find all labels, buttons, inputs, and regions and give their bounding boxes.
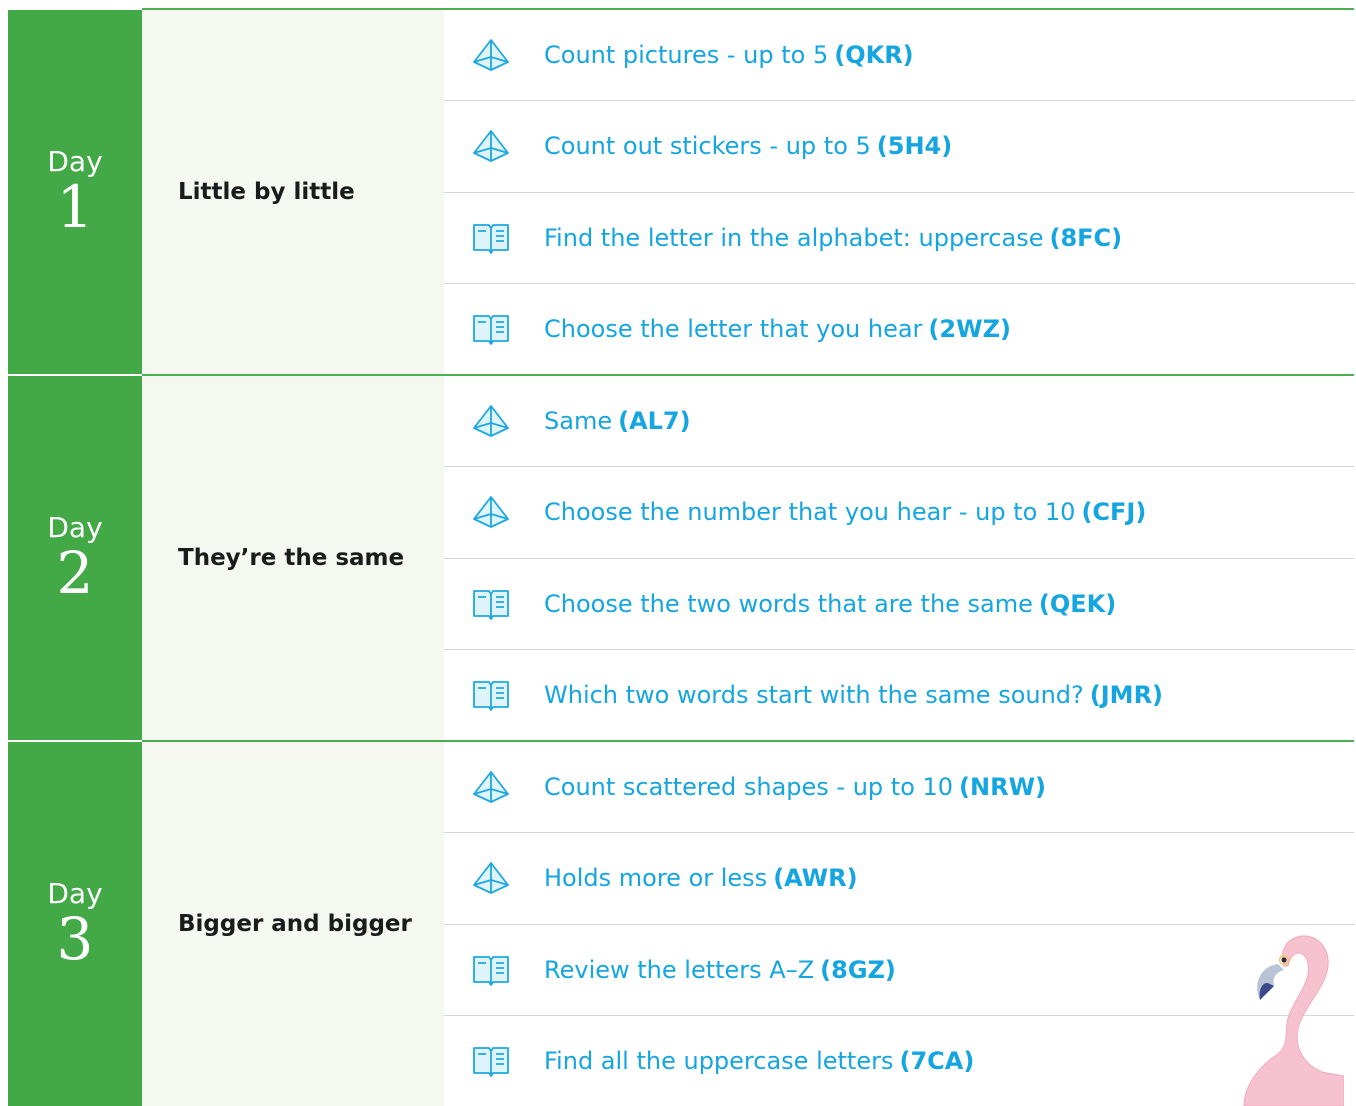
skill-code[interactable]: (8GZ) [820, 956, 896, 984]
flamingo-illustration [1243, 935, 1344, 1106]
skill-row[interactable]: Find the letter in the alphabet: upperca… [444, 193, 1354, 284]
book-icon [468, 1043, 514, 1079]
day-label: Day [47, 877, 103, 910]
skill-code[interactable]: (7CA) [899, 1047, 974, 1075]
skill-title[interactable]: Count scattered shapes - up to 10 [544, 773, 953, 801]
skill-title[interactable]: Count out stickers - up to 5 [544, 132, 871, 160]
skill-link[interactable]: Same (AL7) [544, 407, 691, 435]
book-icon [468, 952, 514, 988]
skill-row[interactable]: Holds more or less (AWR) [444, 833, 1354, 925]
skill-code[interactable]: (QEK) [1039, 590, 1116, 618]
day-block-2: Day 2 They’re the same Same (AL7) Choose … [8, 374, 1354, 740]
day-number: 1 [56, 173, 94, 241]
theme-cell: Bigger and bigger [142, 742, 444, 1106]
skill-row[interactable]: Count scattered shapes - up to 10 (NRW) [444, 742, 1354, 834]
skills-list: Count pictures - up to 5 (QKR) Count out … [444, 10, 1354, 374]
skill-row[interactable]: Count out stickers - up to 5 (5H4) [444, 101, 1354, 193]
theme-cell: They’re the same [142, 376, 444, 740]
day-number: 3 [56, 905, 94, 973]
skill-link[interactable]: Choose the number that you hear - up to … [544, 498, 1146, 526]
skill-title[interactable]: Which two words start with the same soun… [544, 681, 1084, 709]
book-icon [468, 677, 514, 713]
skill-link[interactable]: Which two words start with the same soun… [544, 681, 1163, 709]
theme-title: Little by little [178, 179, 355, 205]
skill-code[interactable]: (QKR) [834, 41, 913, 69]
pyramid-icon [468, 128, 514, 164]
skill-title[interactable]: Choose the number that you hear - up to … [544, 498, 1075, 526]
book-icon [468, 586, 514, 622]
skill-code[interactable]: (NRW) [959, 773, 1046, 801]
day-label: Day [47, 145, 103, 178]
pyramid-icon [468, 494, 514, 530]
skill-row[interactable]: Count pictures - up to 5 (QKR) [444, 10, 1354, 102]
skill-link[interactable]: Find the letter in the alphabet: upperca… [544, 224, 1122, 252]
skills-list: Same (AL7) Choose the number that you hea… [444, 376, 1354, 740]
skill-title[interactable]: Choose the two words that are the same [544, 590, 1033, 618]
skill-row[interactable]: Choose the number that you hear - up to … [444, 467, 1354, 559]
book-icon [468, 220, 514, 256]
skill-title[interactable]: Same [544, 407, 612, 435]
skill-code[interactable]: (CFJ) [1081, 498, 1146, 526]
theme-title: Bigger and bigger [178, 911, 412, 937]
day-badge: Day 2 [8, 374, 142, 740]
skill-row[interactable]: Same (AL7) [444, 376, 1354, 468]
theme-title: They’re the same [178, 545, 405, 571]
skill-link[interactable]: Holds more or less (AWR) [544, 864, 858, 892]
skill-code[interactable]: (AL7) [618, 407, 691, 435]
skill-code[interactable]: (JMR) [1090, 681, 1163, 709]
skill-title[interactable]: Review the letters A–Z [544, 956, 814, 984]
pyramid-icon [468, 860, 514, 896]
theme-cell: Little by little [142, 10, 444, 374]
skill-link[interactable]: Review the letters A–Z (8GZ) [544, 956, 896, 984]
lesson-plan: Day 1 Little by little Count pictures - … [8, 0, 1354, 1106]
skill-title[interactable]: Choose the letter that you hear [544, 315, 922, 343]
day-number: 2 [56, 539, 94, 607]
skill-row[interactable]: Choose the letter that you hear (2WZ) [444, 284, 1354, 374]
skill-title[interactable]: Find all the uppercase letters [544, 1047, 893, 1075]
skill-code[interactable]: (8FC) [1049, 224, 1122, 252]
skill-link[interactable]: Count scattered shapes - up to 10 (NRW) [544, 773, 1046, 801]
book-icon [468, 311, 514, 347]
skill-link[interactable]: Choose the two words that are the same (Q… [544, 590, 1116, 618]
day-block-3: Day 3 Bigger and bigger Count scattered … [8, 740, 1354, 1106]
skill-link[interactable]: Count out stickers - up to 5 (5H4) [544, 132, 952, 160]
day-label: Day [47, 511, 103, 544]
skill-title[interactable]: Find the letter in the alphabet: upperca… [544, 224, 1043, 252]
skill-title[interactable]: Holds more or less [544, 864, 767, 892]
skill-link[interactable]: Find all the uppercase letters (7CA) [544, 1047, 974, 1075]
pyramid-icon [468, 403, 514, 439]
day-block-1: Day 1 Little by little Count pictures - … [8, 8, 1354, 374]
skill-link[interactable]: Choose the letter that you hear (2WZ) [544, 315, 1011, 343]
skill-code[interactable]: (2WZ) [928, 315, 1011, 343]
skill-link[interactable]: Count pictures - up to 5 (QKR) [544, 41, 914, 69]
skill-code[interactable]: (AWR) [773, 864, 857, 892]
pyramid-icon [468, 37, 514, 73]
day-badge: Day 1 [8, 8, 142, 374]
day-badge: Day 3 [8, 740, 142, 1106]
skill-code[interactable]: (5H4) [877, 132, 952, 160]
pyramid-icon [468, 769, 514, 805]
skill-row[interactable]: Choose the two words that are the same (Q… [444, 559, 1354, 650]
skill-title[interactable]: Count pictures - up to 5 [544, 41, 828, 69]
skill-row[interactable]: Which two words start with the same soun… [444, 650, 1354, 740]
